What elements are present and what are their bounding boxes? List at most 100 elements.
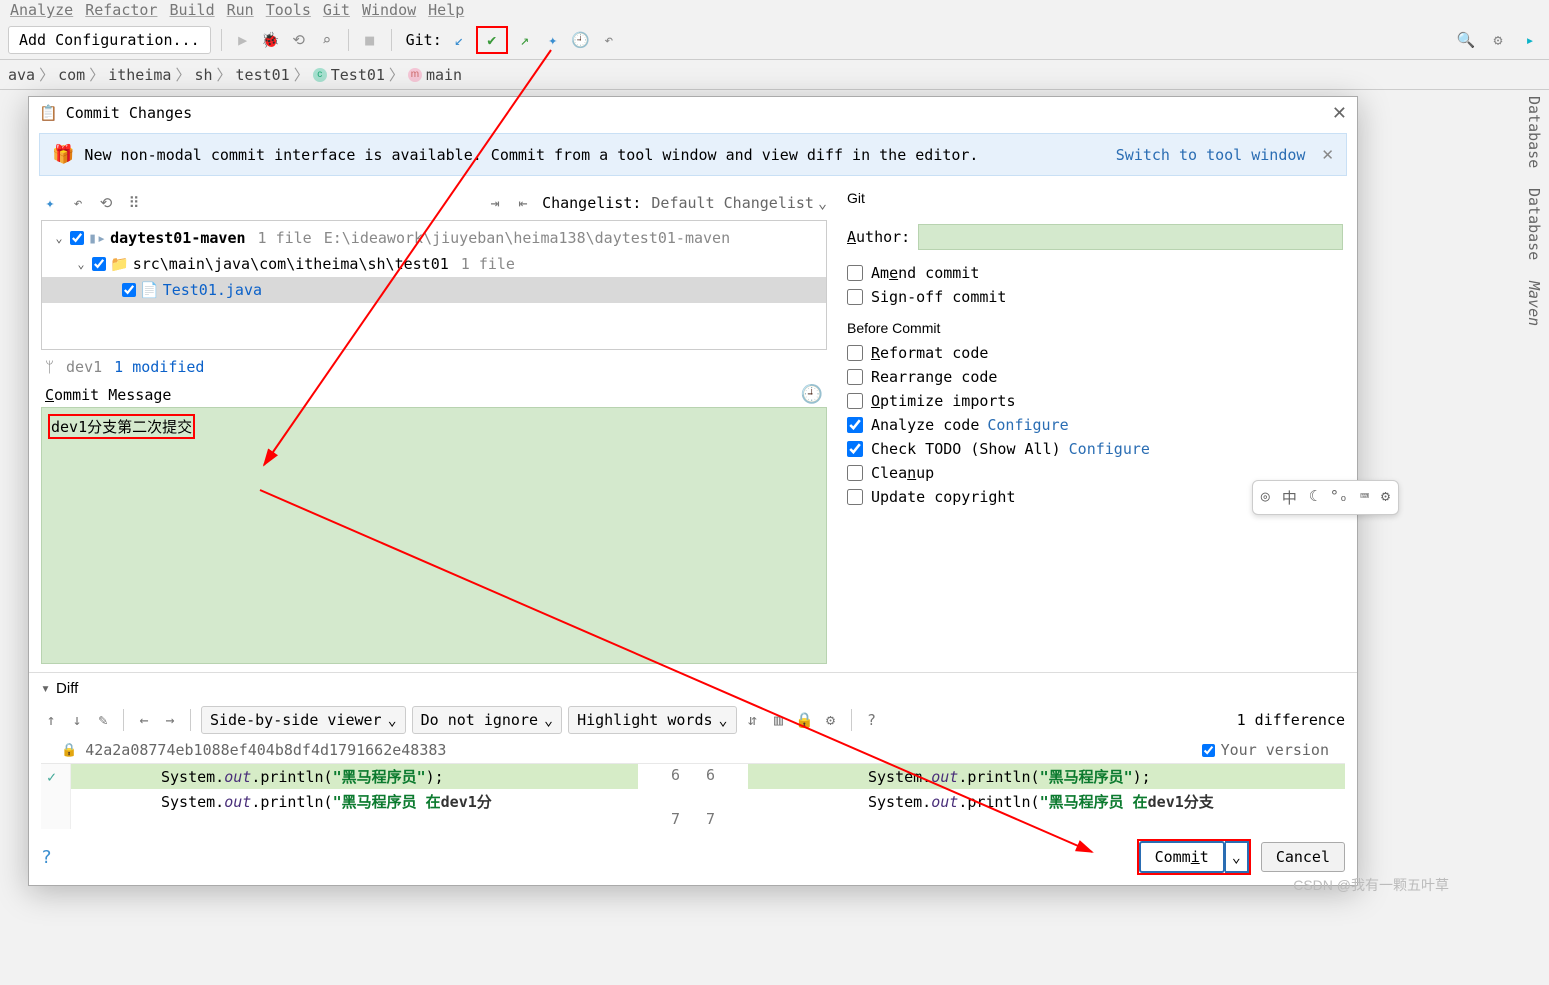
- crumb[interactable]: itheima: [108, 66, 171, 84]
- changes-tree[interactable]: ⌄ ▮▸ daytest01-maven 1 file E:\ideawork\…: [41, 220, 827, 350]
- sync-scroll-icon[interactable]: ▥: [769, 711, 789, 729]
- menu-run[interactable]: Run: [227, 1, 254, 19]
- dialog-help-icon[interactable]: ?: [41, 847, 52, 868]
- tree-node[interactable]: ⌄ 📁 src\main\java\com\itheima\sh\test01 …: [42, 251, 826, 277]
- commit-dropdown-button[interactable]: ⌄: [1225, 841, 1249, 873]
- ime-settings-icon[interactable]: ⚙: [1381, 487, 1390, 508]
- crumb[interactable]: com: [58, 66, 85, 84]
- signoff-checkbox[interactable]: [847, 289, 863, 305]
- collapse-unchanged-icon[interactable]: ⇵: [743, 711, 763, 729]
- todo-checkbox[interactable]: [847, 441, 863, 457]
- chevron-down-icon: ⌄: [1232, 848, 1241, 866]
- amend-checkbox[interactable]: [847, 265, 863, 281]
- author-input[interactable]: [918, 224, 1343, 250]
- ime-toolbar[interactable]: ◎ 中 ☾ °ₒ ⌨ ⚙: [1252, 480, 1399, 515]
- apply-right-icon[interactable]: →: [160, 711, 180, 729]
- debug-icon[interactable]: 🐞: [260, 29, 282, 51]
- expand-icon[interactable]: ⇥: [486, 194, 504, 212]
- menu-refactor[interactable]: Refactor: [85, 1, 157, 19]
- copyright-checkbox[interactable]: [847, 489, 863, 505]
- menu-window[interactable]: Window: [362, 1, 416, 19]
- next-diff-icon[interactable]: ↓: [67, 711, 87, 729]
- refresh-icon[interactable]: ✦: [41, 194, 59, 212]
- highlight-mode-select[interactable]: Highlight words⌄: [568, 706, 737, 734]
- undo-icon[interactable]: ↶: [69, 194, 87, 212]
- help-icon[interactable]: ?: [862, 711, 882, 729]
- git-commit-icon[interactable]: ✔: [481, 29, 503, 51]
- prev-diff-icon[interactable]: ↑: [41, 711, 61, 729]
- ime-keyboard-icon[interactable]: ⌨: [1360, 487, 1369, 508]
- main-menubar[interactable]: Analyze Refactor Build Run Tools Git Win…: [0, 0, 1549, 20]
- analyze-configure-link[interactable]: Configure: [987, 416, 1068, 434]
- viewer-mode-select[interactable]: Side-by-side viewer⌄: [201, 706, 406, 734]
- git-rollback-icon[interactable]: ↶: [598, 29, 620, 51]
- cancel-button[interactable]: Cancel: [1261, 842, 1345, 872]
- apply-left-icon[interactable]: ←: [134, 711, 154, 729]
- crumb[interactable]: test01: [236, 66, 290, 84]
- menu-analyze[interactable]: Analyze: [10, 1, 73, 19]
- diff-left-pane[interactable]: ✓ System.out.println("黑马程序员"); System.ou…: [41, 764, 638, 829]
- commit-button[interactable]: Commit: [1139, 841, 1225, 873]
- tree-checkbox[interactable]: [92, 257, 106, 271]
- menu-help[interactable]: Help: [428, 1, 464, 19]
- menu-tools[interactable]: Tools: [266, 1, 311, 19]
- settings-gear-icon[interactable]: ⚙: [821, 711, 841, 729]
- tool-database[interactable]: Database: [1525, 96, 1543, 168]
- git-pull-icon[interactable]: ↙: [448, 29, 470, 51]
- jetbrains-icon[interactable]: ▸: [1519, 29, 1541, 51]
- ime-lang[interactable]: 中: [1282, 487, 1297, 508]
- crumb[interactable]: Test01: [331, 66, 385, 84]
- edit-icon[interactable]: ✎: [93, 711, 113, 729]
- todo-configure-link[interactable]: Configure: [1069, 440, 1150, 458]
- breadcrumb[interactable]: ava〉 com〉 itheima〉 sh〉 test01〉 c Test01〉…: [0, 60, 1549, 90]
- profile-icon[interactable]: ⌕: [316, 29, 338, 51]
- changelist-select[interactable]: Default Changelist ⌄: [651, 194, 827, 212]
- analyze-checkbox[interactable]: [847, 417, 863, 433]
- close-icon[interactable]: ✕: [1332, 103, 1347, 124]
- git-update-icon[interactable]: ✦: [542, 29, 564, 51]
- expand-arrow-icon[interactable]: ⌄: [74, 257, 88, 271]
- menu-git[interactable]: Git: [323, 1, 350, 19]
- redo-icon[interactable]: ⟲: [97, 194, 115, 212]
- diff-collapse-icon[interactable]: ▾: [41, 679, 50, 697]
- commit-message-input[interactable]: dev1分支第二次提交: [41, 407, 827, 664]
- history-icon[interactable]: 🕘: [801, 384, 823, 405]
- lock-icon[interactable]: 🔒: [795, 711, 815, 729]
- ime-icon[interactable]: ◎: [1261, 487, 1270, 508]
- run-icon[interactable]: ▶: [232, 29, 254, 51]
- dialog-buttons: ? Commit ⌄ Cancel: [29, 833, 1357, 885]
- crumb[interactable]: ava: [8, 66, 35, 84]
- ignore-mode-select[interactable]: Do not ignore⌄: [412, 706, 562, 734]
- tool-database-label[interactable]: Database: [1525, 188, 1543, 260]
- ime-punct-icon[interactable]: °ₒ: [1330, 487, 1348, 508]
- cleanup-checkbox[interactable]: [847, 465, 863, 481]
- git-history-icon[interactable]: 🕘: [570, 29, 592, 51]
- reformat-checkbox[interactable]: [847, 345, 863, 361]
- left-stripe[interactable]: [0, 90, 28, 985]
- tree-leaf[interactable]: 📄 Test01.java: [42, 277, 826, 303]
- coverage-icon[interactable]: ⟲: [288, 29, 310, 51]
- rearrange-checkbox[interactable]: [847, 369, 863, 385]
- tree-root[interactable]: ⌄ ▮▸ daytest01-maven 1 file E:\ideawork\…: [42, 225, 826, 251]
- settings-icon[interactable]: ⚙: [1487, 29, 1509, 51]
- run-config-button[interactable]: Add Configuration...: [8, 26, 211, 54]
- tree-checkbox[interactable]: [122, 283, 136, 297]
- your-version-checkbox[interactable]: [1202, 744, 1215, 757]
- ime-theme-icon[interactable]: ☾: [1309, 487, 1318, 508]
- diff-right-pane[interactable]: System.out.println("黑马程序员"); System.out.…: [748, 764, 1345, 829]
- switch-tool-window-link[interactable]: Switch to tool window: [1116, 146, 1306, 164]
- menu-build[interactable]: Build: [169, 1, 214, 19]
- notification-close-icon[interactable]: ✕: [1321, 146, 1334, 164]
- branch-modified[interactable]: 1 modified: [114, 358, 204, 376]
- tree-checkbox[interactable]: [70, 231, 84, 245]
- collapse-icon[interactable]: ⇤: [514, 194, 532, 212]
- stop-icon[interactable]: ■: [359, 29, 381, 51]
- git-push-icon[interactable]: ↗: [514, 29, 536, 51]
- crumb[interactable]: main: [426, 66, 462, 84]
- search-icon[interactable]: 🔍: [1455, 29, 1477, 51]
- optimize-checkbox[interactable]: [847, 393, 863, 409]
- expand-arrow-icon[interactable]: ⌄: [52, 231, 66, 245]
- tool-maven-label[interactable]: Maven: [1525, 281, 1543, 326]
- crumb[interactable]: sh: [194, 66, 212, 84]
- group-icon[interactable]: ⠿: [125, 194, 143, 212]
